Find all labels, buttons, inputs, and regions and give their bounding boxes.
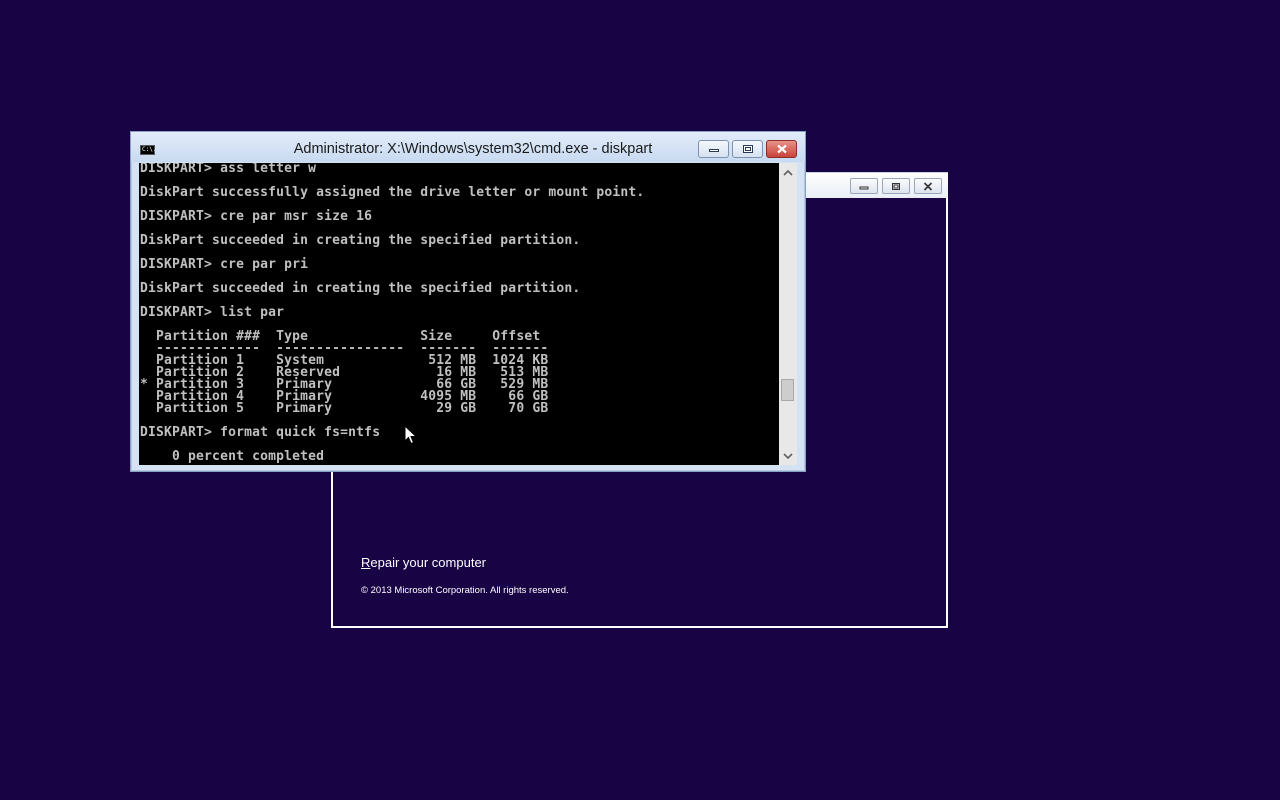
console-line: DISKPART> cre par msr size 16	[140, 209, 373, 224]
scroll-down-button[interactable]	[779, 448, 797, 464]
setup-close-button[interactable]	[914, 178, 942, 194]
maximize-icon	[742, 145, 753, 153]
console-line: DISKPART> cre par pri	[140, 257, 309, 272]
cmd-titlebar[interactable]: C:\. Administrator: X:\Windows\system32\…	[131, 132, 805, 162]
close-icon	[923, 181, 933, 191]
scrollbar-thumb[interactable]	[781, 379, 794, 401]
repair-your-computer-link[interactable]: Repair your computer	[361, 555, 486, 570]
close-button[interactable]	[766, 140, 797, 158]
repair-link-text: epair your computer	[370, 555, 487, 570]
vertical-scrollbar[interactable]	[779, 163, 797, 465]
console-line: 0 percent completed	[140, 449, 325, 464]
setup-maximize-button[interactable]	[882, 178, 910, 194]
maximize-button[interactable]	[732, 140, 763, 158]
console-output[interactable]: DISKPART> ass letter w DiskPart successfu…	[139, 163, 779, 465]
console-line: DISKPART> list par	[140, 305, 285, 320]
console-line: DISKPART> ass letter w	[140, 163, 317, 176]
console-line: DiskPart successfully assigned the drive…	[140, 185, 645, 200]
repair-link-accelerator: R	[361, 555, 371, 570]
minimize-button[interactable]	[698, 140, 729, 158]
console-line: DISKPART> format quick fs=ntfs	[140, 425, 381, 440]
setup-window-controls	[850, 178, 942, 194]
scroll-up-button[interactable]	[779, 164, 797, 180]
minimize-icon	[708, 149, 719, 152]
setup-minimize-button[interactable]	[850, 178, 878, 194]
console-line: DiskPart succeeded in creating the speci…	[140, 281, 581, 296]
copyright-text: © 2013 Microsoft Corporation. All rights…	[361, 585, 569, 596]
console-text: DISKPART> ass letter w DiskPart successfu…	[139, 163, 779, 463]
console-line: DiskPart succeeded in creating the speci…	[140, 233, 581, 248]
cmd-window[interactable]: C:\. Administrator: X:\Windows\system32\…	[130, 131, 806, 472]
minimize-icon	[859, 186, 869, 190]
mouse-pointer-icon	[404, 425, 418, 445]
cmd-window-controls	[698, 140, 797, 158]
console-client-area[interactable]: DISKPART> ass letter w DiskPart successfu…	[139, 163, 797, 465]
maximize-icon	[892, 182, 900, 190]
chevron-down-icon	[783, 452, 793, 459]
chevron-up-icon	[783, 169, 793, 176]
close-icon	[776, 144, 787, 154]
console-line: Partition 5 Primary 29 GB 70 GB	[140, 401, 549, 416]
